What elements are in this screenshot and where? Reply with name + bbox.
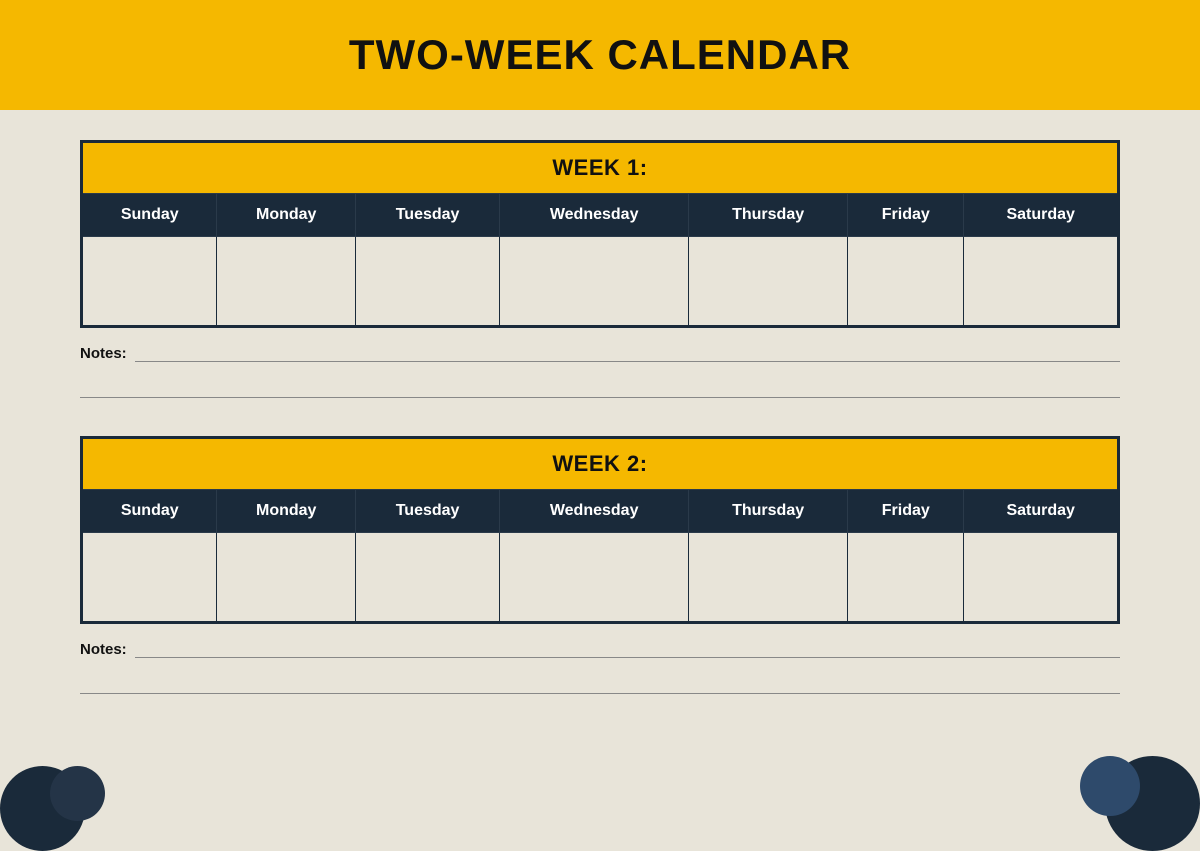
week1-cell-saturday[interactable] [964,237,1119,327]
week1-header-cell: WEEK 1: [82,142,1119,194]
week1-day-monday: Monday [217,194,355,237]
week2-section: WEEK 2: Sunday Monday Tuesday Wednesday … [80,436,1120,702]
week2-cell-tuesday[interactable] [355,533,499,623]
week2-day-saturday: Saturday [964,490,1119,533]
week1-cell-thursday[interactable] [689,237,848,327]
week1-cell-friday[interactable] [848,237,964,327]
week2-header-cell: WEEK 2: [82,438,1119,490]
week1-cell-monday[interactable] [217,237,355,327]
week2-days-row: Sunday Monday Tuesday Wednesday Thursday… [82,490,1119,533]
week2-day-sunday: Sunday [82,490,217,533]
week1-day-thursday: Thursday [689,194,848,237]
week1-notes-line1[interactable] [135,340,1120,362]
week1-cell-tuesday[interactable] [355,237,499,327]
week2-cell-thursday[interactable] [689,533,848,623]
week1-cell-wednesday[interactable] [500,237,689,327]
week1-content-row [82,237,1119,327]
week2-header-row: WEEK 2: [82,438,1119,490]
week2-cell-monday[interactable] [217,533,355,623]
week2-notes-label: Notes: [80,641,127,658]
week2-notes-line1[interactable] [135,636,1120,658]
week1-day-sunday: Sunday [82,194,217,237]
week1-notes-label: Notes: [80,345,127,362]
page-header: TWO-WEEK CALENDAR [0,0,1200,110]
week2-notes-line2[interactable] [80,670,1120,694]
week2-notes-first-line: Notes: [80,636,1120,658]
week1-day-tuesday: Tuesday [355,194,499,237]
week1-day-friday: Friday [848,194,964,237]
week2-cell-friday[interactable] [848,533,964,623]
week1-section: WEEK 1: Sunday Monday Tuesday Wednesday … [80,140,1120,406]
week2-day-thursday: Thursday [689,490,848,533]
week1-notes: Notes: [80,340,1120,406]
week1-days-row: Sunday Monday Tuesday Wednesday Thursday… [82,194,1119,237]
week2-table: WEEK 2: Sunday Monday Tuesday Wednesday … [80,436,1120,624]
week2-day-monday: Monday [217,490,355,533]
week1-cell-sunday[interactable] [82,237,217,327]
week1-notes-line2[interactable] [80,374,1120,398]
week1-notes-first-line: Notes: [80,340,1120,362]
week2-cell-saturday[interactable] [964,533,1119,623]
week1-header-row: WEEK 1: [82,142,1119,194]
week1-day-wednesday: Wednesday [500,194,689,237]
week1-table: WEEK 1: Sunday Monday Tuesday Wednesday … [80,140,1120,328]
week2-notes: Notes: [80,636,1120,702]
page-title: TWO-WEEK CALENDAR [349,31,851,79]
week2-cell-wednesday[interactable] [500,533,689,623]
week2-day-friday: Friday [848,490,964,533]
week2-day-tuesday: Tuesday [355,490,499,533]
week1-day-saturday: Saturday [964,194,1119,237]
week2-content-row [82,533,1119,623]
decoration-bottom-left [0,751,120,851]
week2-cell-sunday[interactable] [82,533,217,623]
main-content: WEEK 1: Sunday Monday Tuesday Wednesday … [0,110,1200,762]
week2-day-wednesday: Wednesday [500,490,689,533]
